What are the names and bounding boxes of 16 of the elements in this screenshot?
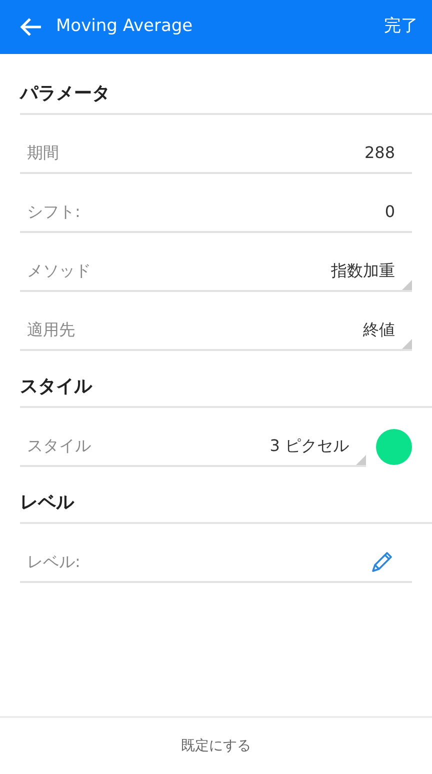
section-heading: スタイル <box>20 351 432 408</box>
section-heading: パラメータ <box>20 54 432 115</box>
input-field[interactable]: 期間 288 <box>20 134 412 174</box>
pencil-icon[interactable] <box>369 550 395 574</box>
level-field[interactable]: レベル: <box>20 543 412 583</box>
back-button[interactable] <box>20 17 42 37</box>
color-swatch[interactable] <box>376 429 412 465</box>
reset-default-button[interactable]: 既定にする <box>175 734 257 758</box>
back-arrow-icon <box>20 17 42 37</box>
dropdown[interactable]: 適用先 終値 <box>20 311 412 351</box>
screen-title: Moving Average <box>56 15 194 38</box>
dropdown[interactable]: メソッド 指数加重 <box>20 252 412 292</box>
input-field[interactable]: シフト: 0 <box>20 193 412 233</box>
section-heading: レベル <box>20 467 432 524</box>
dropdown[interactable]: スタイル 3 ピクセル <box>20 427 366 467</box>
done-button[interactable]: 完了 <box>384 14 418 40</box>
